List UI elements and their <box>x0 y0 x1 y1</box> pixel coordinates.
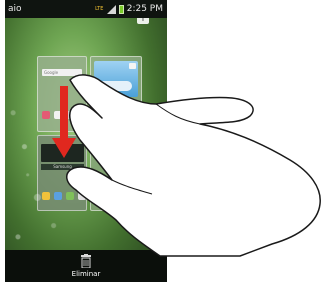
carrier-label: aio <box>8 4 22 14</box>
clock: 2:25 PM <box>126 4 163 14</box>
app-icon <box>42 192 50 200</box>
battery-icon <box>118 4 124 14</box>
status-icons: LTE 2:25 PM <box>95 4 163 14</box>
network-label: LTE <box>95 5 104 12</box>
delete-label: Eliminar <box>71 270 101 278</box>
app-icon <box>42 111 50 119</box>
status-bar: aio LTE 2:25 PM <box>5 0 167 18</box>
hand-icon <box>66 74 321 257</box>
signal-icon <box>106 4 116 14</box>
